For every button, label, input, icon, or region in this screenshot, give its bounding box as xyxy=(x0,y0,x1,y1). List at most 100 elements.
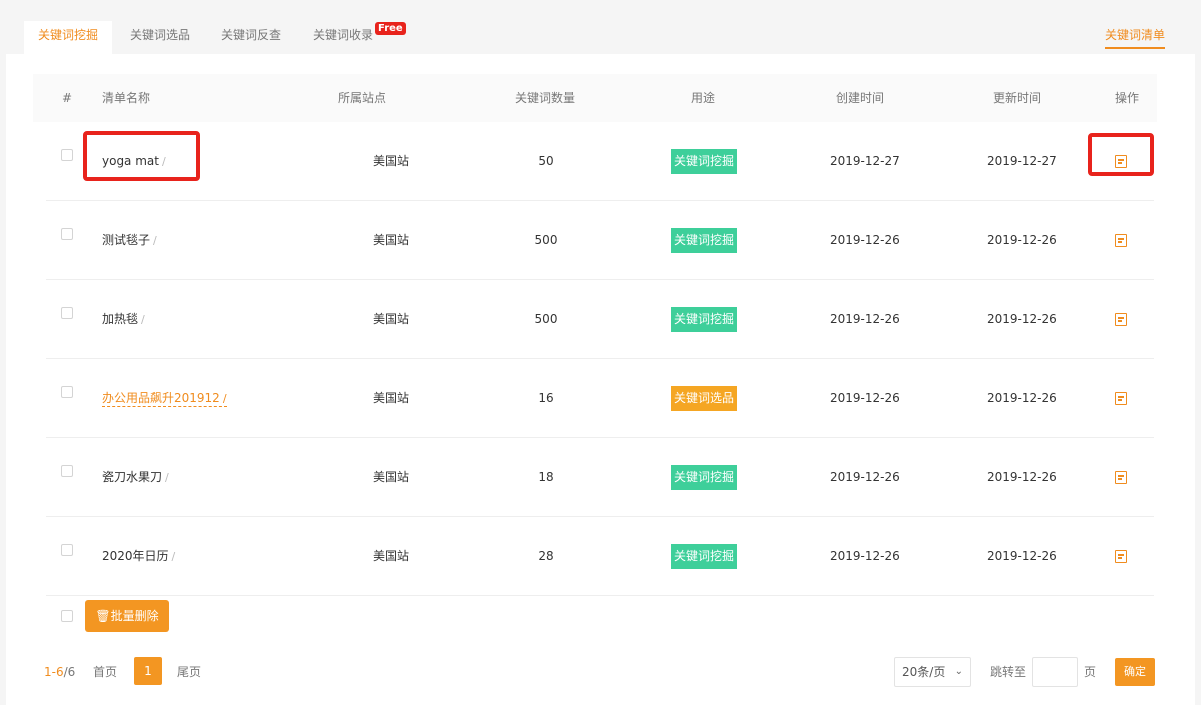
tab-label: 关键词选品 xyxy=(130,28,191,42)
top-tabs: 关键词挖掘 关键词选品 关键词反查 关键词收录 Free 关键词清单 xyxy=(0,0,1201,54)
list-name[interactable]: 测试毯子 ∕ xyxy=(102,201,157,280)
list-name-text: 加热毯 xyxy=(102,312,139,326)
site-cell: 美国站 xyxy=(372,470,409,484)
created-cell: 2019-12-26 xyxy=(830,391,900,405)
tab-label: 关键词收录 xyxy=(313,28,374,42)
site-cell: 美国站 xyxy=(372,312,409,326)
count-cell: 18 xyxy=(538,470,554,484)
created-cell: 2019-12-26 xyxy=(830,470,900,484)
tab-keyword-index[interactable]: 关键词收录 Free xyxy=(313,21,406,51)
usage-tag: 关键词挖掘 xyxy=(671,149,738,174)
header-updated: 更新时间 xyxy=(993,91,1042,105)
created-cell: 2019-12-26 xyxy=(830,233,900,247)
keyword-list-panel: # 清单名称 所属站点 关键词数量 用途 创建时间 更新时间 操作 yoga m… xyxy=(6,54,1195,705)
header-created: 创建时间 xyxy=(836,91,885,105)
updated-cell: 2019-12-26 xyxy=(987,391,1057,405)
header-site: 所属站点 xyxy=(338,91,387,105)
highlight-box-name xyxy=(83,131,200,181)
last-page-button[interactable]: 尾页 xyxy=(177,657,201,687)
pencil-icon[interactable]: ∕ xyxy=(165,471,169,484)
tab-keyword-selection[interactable]: 关键词选品 xyxy=(130,21,190,51)
list-name-text: 2020年日历 xyxy=(102,549,169,563)
usage-tag: 关键词挖掘 xyxy=(671,465,738,490)
updated-cell: 2019-12-26 xyxy=(987,312,1057,326)
row-checkbox[interactable] xyxy=(61,307,73,319)
list-name-text: 瓷刀水果刀 xyxy=(102,470,163,484)
document-icon[interactable] xyxy=(1115,550,1127,563)
header-name: 清单名称 xyxy=(102,91,151,105)
header-count: 关键词数量 xyxy=(515,91,576,105)
list-name-link[interactable]: 办公用品飙升201912 ∕ xyxy=(102,391,227,407)
document-icon[interactable] xyxy=(1115,313,1127,326)
row-checkbox[interactable] xyxy=(61,465,73,477)
select-all-checkbox[interactable] xyxy=(61,610,73,622)
updated-cell: 2019-12-26 xyxy=(987,233,1057,247)
site-cell: 美国站 xyxy=(372,391,409,405)
table-row: 测试毯子 ∕ 美国站 500 关键词挖掘 2019-12-26 2019-12-2… xyxy=(46,201,1154,280)
created-cell: 2019-12-27 xyxy=(830,154,900,168)
list-name-text: 办公用品飙升201912 xyxy=(102,391,220,405)
jump-page-input[interactable] xyxy=(1032,657,1078,687)
tab-keyword-reverse[interactable]: 关键词反查 xyxy=(221,21,281,51)
updated-cell: 2019-12-26 xyxy=(987,549,1057,563)
free-badge: Free xyxy=(375,22,406,35)
row-checkbox[interactable] xyxy=(61,386,73,398)
bulk-delete-label: 批量删除 xyxy=(110,609,159,623)
first-page-button[interactable]: 首页 xyxy=(93,657,117,687)
header-usage: 用途 xyxy=(691,91,716,105)
list-name[interactable]: 办公用品飙升201912 ∕ xyxy=(102,359,227,438)
document-icon[interactable] xyxy=(1115,234,1127,247)
site-cell: 美国站 xyxy=(372,233,409,247)
count-cell: 28 xyxy=(538,549,554,563)
pencil-icon[interactable]: ∕ xyxy=(141,313,145,326)
page-button-current[interactable]: 1 xyxy=(134,657,162,685)
pagination-range: 1-6 xyxy=(44,665,64,679)
header-index: # xyxy=(62,91,73,105)
tab-keyword-mining[interactable]: 关键词挖掘 xyxy=(24,21,113,54)
tab-label: 关键词反查 xyxy=(221,28,282,42)
row-checkbox[interactable] xyxy=(61,149,73,161)
page-size-value: 20条/页 xyxy=(902,665,946,679)
table-row: 办公用品飙升201912 ∕ 美国站 16 关键词选品 2019-12-26 20… xyxy=(46,359,1154,438)
jump-label: 跳转至 xyxy=(990,665,1027,679)
table-row: 加热毯 ∕ 美国站 500 关键词挖掘 2019-12-26 2019-12-26 xyxy=(46,280,1154,359)
tab-label: 关键词挖掘 xyxy=(38,28,99,42)
list-name[interactable]: 2020年日历 ∕ xyxy=(102,517,175,596)
pencil-icon[interactable]: ∕ xyxy=(153,234,157,247)
pencil-icon[interactable]: ∕ xyxy=(223,392,227,405)
pencil-icon[interactable]: ∕ xyxy=(172,550,176,563)
list-name-text: 测试毯子 xyxy=(102,233,151,247)
usage-tag: 关键词挖掘 xyxy=(671,307,738,332)
row-checkbox[interactable] xyxy=(61,228,73,240)
list-name[interactable]: 加热毯 ∕ xyxy=(102,280,145,359)
tab-keyword-list[interactable]: 关键词清单 xyxy=(1104,26,1165,49)
chevron-down-icon: ⌄ xyxy=(954,666,963,677)
page-size-select[interactable]: 20条/页 ⌄ xyxy=(894,657,971,687)
document-icon[interactable] xyxy=(1115,392,1127,405)
usage-tag: 关键词挖掘 xyxy=(671,544,738,569)
created-cell: 2019-12-26 xyxy=(830,549,900,563)
highlight-box-action xyxy=(1088,133,1154,176)
list-name[interactable]: 瓷刀水果刀 ∕ xyxy=(102,438,169,517)
page-unit-label: 页 xyxy=(1084,665,1097,679)
count-cell: 50 xyxy=(538,154,554,168)
updated-cell: 2019-12-26 xyxy=(987,470,1057,484)
site-cell: 美国站 xyxy=(372,154,409,168)
site-cell: 美国站 xyxy=(372,549,409,563)
confirm-jump-button[interactable]: 确定 xyxy=(1115,658,1155,686)
count-cell: 500 xyxy=(534,312,558,326)
count-cell: 500 xyxy=(534,233,558,247)
pagination-summary: 1-6/6 xyxy=(44,657,75,687)
row-checkbox[interactable] xyxy=(61,544,73,556)
table-row: 2020年日历 ∕ 美国站 28 关键词挖掘 2019-12-26 2019-12… xyxy=(46,517,1154,596)
count-cell: 16 xyxy=(538,391,554,405)
table-row: 瓷刀水果刀 ∕ 美国站 18 关键词挖掘 2019-12-26 2019-12-2… xyxy=(46,438,1154,517)
bulk-delete-button[interactable]: 🗑批量删除 xyxy=(85,600,169,632)
created-cell: 2019-12-26 xyxy=(830,312,900,326)
usage-tag: 关键词选品 xyxy=(671,386,738,411)
table-header: # 清单名称 所属站点 关键词数量 用途 创建时间 更新时间 操作 xyxy=(33,74,1157,122)
document-icon[interactable] xyxy=(1115,471,1127,484)
table-row: yoga mat ∕ 美国站 50 关键词挖掘 2019-12-27 2019-1… xyxy=(46,122,1154,201)
pagination-total: /6 xyxy=(63,665,76,679)
header-action: 操作 xyxy=(1115,91,1140,105)
